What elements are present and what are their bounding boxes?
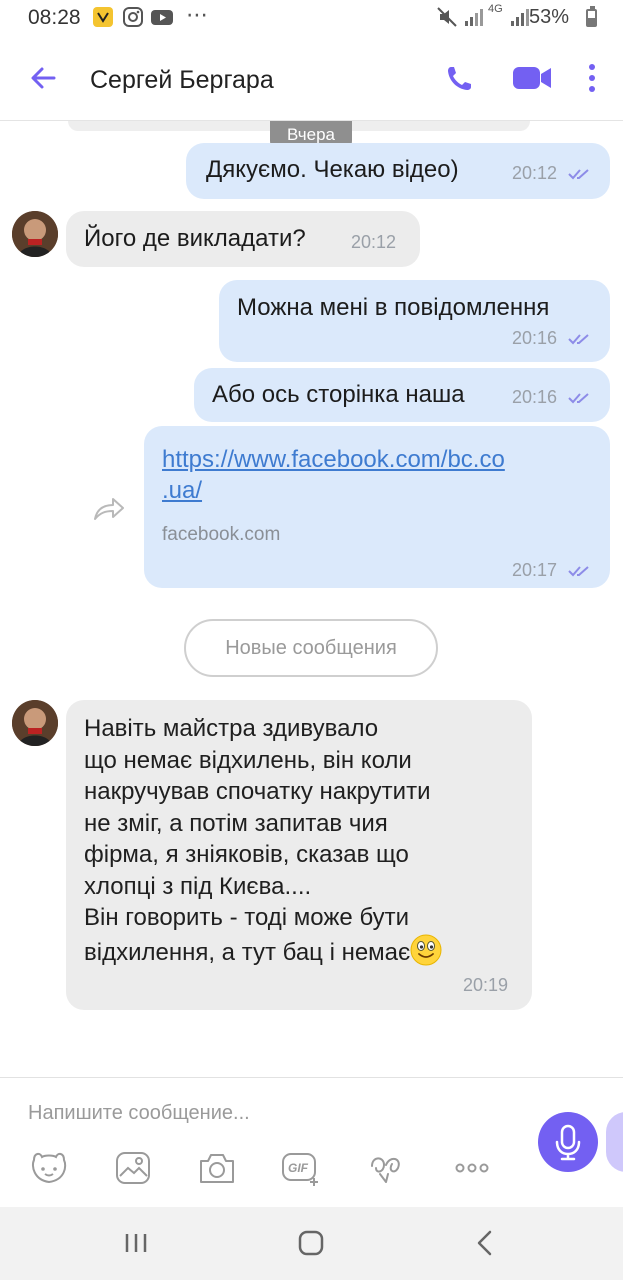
status-bar: 08:28 ⋯ 4G 53% — [0, 0, 623, 40]
new-messages-divider[interactable]: Новые сообщения — [184, 619, 438, 677]
instagram-icon — [122, 6, 144, 33]
battery-percent: 53% — [528, 6, 569, 28]
share-icon[interactable] — [92, 495, 126, 523]
message-time: 20:12 — [351, 232, 397, 252]
avatar[interactable] — [12, 700, 58, 746]
read-ticks-icon — [568, 334, 589, 345]
system-nav-bar — [0, 1207, 623, 1280]
message-time: 20:19 — [463, 975, 509, 995]
message-text: Або ось сторінка наша — [212, 381, 465, 408]
doodle-icon[interactable] — [366, 1148, 408, 1188]
microphone-button[interactable] — [538, 1112, 598, 1172]
signal-icon — [464, 6, 484, 33]
smiling-emoji-icon — [410, 934, 442, 965]
message-link-line-2[interactable]: .ua/ — [162, 475, 202, 506]
chat-area[interactable]: Вчера Дякуємо. Чекаю відео) 20:12 Його д… — [0, 121, 623, 1077]
contact-name[interactable]: Сергей Бергара — [90, 66, 274, 95]
message-bubble-outgoing[interactable]: Можна мені в повідомлення 20:16 — [219, 280, 610, 362]
youtube-icon — [150, 6, 174, 33]
signal-icon-2 — [510, 6, 530, 33]
video-call-icon[interactable] — [510, 58, 554, 98]
message-bubble-outgoing[interactable]: Або ось сторінка наша 20:16 — [194, 368, 610, 422]
gif-icon[interactable]: GIF — [280, 1148, 322, 1188]
message-input[interactable]: Напишите сообщение... — [28, 1102, 250, 1125]
message-text: Його де викладати? — [84, 225, 306, 252]
network-type: 4G — [488, 3, 503, 15]
status-time: 08:28 — [28, 6, 81, 29]
more-notifications-icon: ⋯ — [186, 2, 208, 27]
link-domain: facebook.com — [162, 524, 281, 545]
message-time: 20:12 — [512, 163, 558, 183]
read-ticks-icon — [568, 566, 589, 577]
message-link-line-1[interactable]: https://www.facebook.com/bc.co — [162, 444, 505, 475]
message-bubble-incoming[interactable]: Його де викладати? 20:12 — [66, 211, 420, 267]
recent-apps-icon[interactable] — [116, 1223, 156, 1263]
battery-icon — [586, 6, 597, 27]
secondary-action-button[interactable] — [606, 1112, 623, 1172]
microphone-icon — [555, 1124, 581, 1161]
more-horizontal-icon[interactable] — [452, 1148, 494, 1188]
read-ticks-icon — [568, 169, 589, 180]
back-nav-icon[interactable] — [466, 1223, 506, 1263]
mute-icon — [436, 6, 458, 33]
avatar[interactable] — [12, 211, 58, 257]
gif-label: GIF — [288, 1161, 308, 1175]
message-text: Дякуємо. Чекаю відео) — [206, 156, 459, 183]
message-bubble-link[interactable]: https://www.facebook.com/bc.co .ua/ face… — [144, 426, 610, 588]
message-composer: Напишите сообщение... GIF — [0, 1077, 623, 1208]
gallery-icon[interactable] — [112, 1148, 154, 1188]
sticker-icon[interactable] — [28, 1148, 70, 1188]
message-text: Можна мені в повідомлення — [237, 294, 550, 321]
phone-icon[interactable] — [440, 58, 480, 98]
chat-header: Сергей Бергара — [0, 40, 623, 121]
more-vertical-icon[interactable] — [574, 58, 610, 98]
message-bubble-outgoing[interactable]: Дякуємо. Чекаю відео) 20:12 — [186, 143, 610, 199]
message-time: 20:16 — [512, 328, 558, 348]
home-icon[interactable] — [291, 1223, 331, 1263]
camera-icon[interactable] — [196, 1148, 238, 1188]
notification-app-icon — [92, 6, 114, 33]
message-text: Навіть майстра здивувало що немає відхил… — [84, 713, 442, 968]
message-time: 20:17 — [512, 560, 558, 580]
message-time: 20:16 — [512, 387, 558, 407]
read-ticks-icon — [568, 393, 589, 404]
back-arrow-icon[interactable] — [24, 58, 64, 98]
